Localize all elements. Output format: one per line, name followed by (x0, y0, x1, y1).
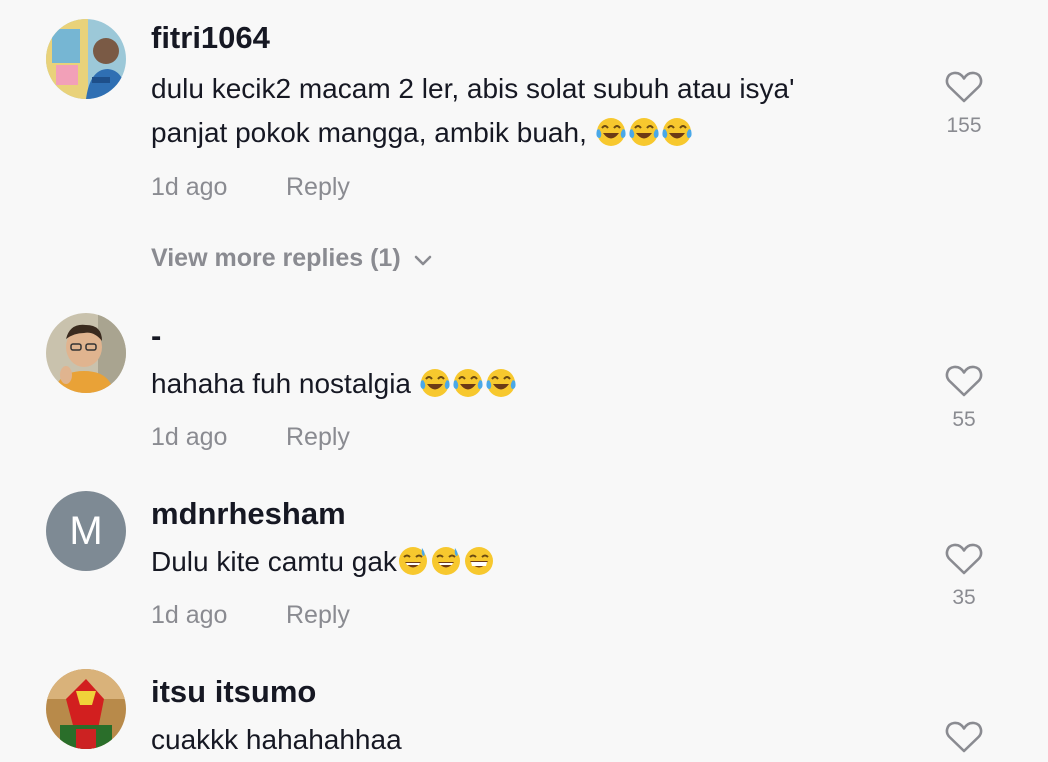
like-button[interactable] (935, 720, 993, 754)
like-count: 55 (952, 408, 976, 431)
tears-of-joy-emoji (596, 118, 626, 146)
like-button[interactable]: 35 (935, 542, 993, 610)
tears-of-joy-emoji (629, 118, 659, 146)
like-button[interactable]: 55 (935, 364, 993, 432)
tears-of-joy-emoji (453, 369, 483, 397)
view-more-replies-button[interactable]: View more replies (1) (151, 244, 433, 273)
comment-time: 1d ago (151, 423, 228, 451)
comment-username[interactable]: - (151, 318, 161, 354)
heart-outline-icon[interactable] (945, 542, 983, 576)
comment-text-part: hahaha fuh nostalgia (151, 368, 419, 399)
grinning-sweat-emoji (398, 547, 427, 575)
comment-meta: 1d ago Reply (151, 173, 350, 202)
comment-text: Dulu kite camtu gak (151, 540, 931, 584)
avatar[interactable]: M (46, 491, 126, 571)
heart-outline-icon[interactable] (945, 364, 983, 398)
comment-text: cuakkk hahahahhaa (151, 718, 931, 762)
comment-text: hahaha fuh nostalgia (151, 362, 931, 406)
reply-button[interactable]: Reply (286, 601, 350, 630)
grinning-sweat-emoji (431, 547, 460, 575)
comment-text: dulu kecik2 macam 2 ler, abis solat subu… (151, 67, 931, 155)
reply-button[interactable]: Reply (286, 173, 350, 202)
comment-username[interactable]: itsu itsumo (151, 674, 316, 710)
comment-text-line: panjat pokok mangga, ambik buah, (151, 111, 931, 155)
like-count: 155 (946, 114, 982, 137)
view-more-replies-label: View more replies (1) (151, 244, 401, 272)
chevron-down-icon (414, 255, 431, 266)
comment-meta: 1d ago Reply (151, 423, 350, 452)
like-button[interactable]: 155 (935, 70, 993, 138)
tears-of-joy-emoji (662, 118, 692, 146)
avatar[interactable] (46, 669, 126, 749)
tears-of-joy-emoji (420, 369, 450, 397)
comment-text-part: Dulu kite camtu gak (151, 546, 397, 577)
comment-username[interactable]: fitri1064 (151, 20, 270, 56)
comment-time: 1d ago (151, 601, 228, 629)
comment-text-part: cuakkk hahahahhaa (151, 724, 402, 755)
grinning-emoji (464, 547, 493, 575)
heart-outline-icon[interactable] (945, 720, 983, 754)
comment-text-part: panjat pokok mangga, ambik buah, (151, 117, 595, 148)
avatar[interactable] (46, 19, 126, 99)
comment-meta: 1d ago Reply (151, 601, 350, 630)
reply-button[interactable]: Reply (286, 423, 350, 452)
comment-username[interactable]: mdnrhesham (151, 496, 346, 532)
comment-time: 1d ago (151, 173, 228, 201)
like-count: 35 (952, 586, 976, 609)
tears-of-joy-emoji (486, 369, 516, 397)
avatar[interactable] (46, 313, 126, 393)
comment-text-line: dulu kecik2 macam 2 ler, abis solat subu… (151, 73, 795, 104)
heart-outline-icon[interactable] (945, 70, 983, 104)
